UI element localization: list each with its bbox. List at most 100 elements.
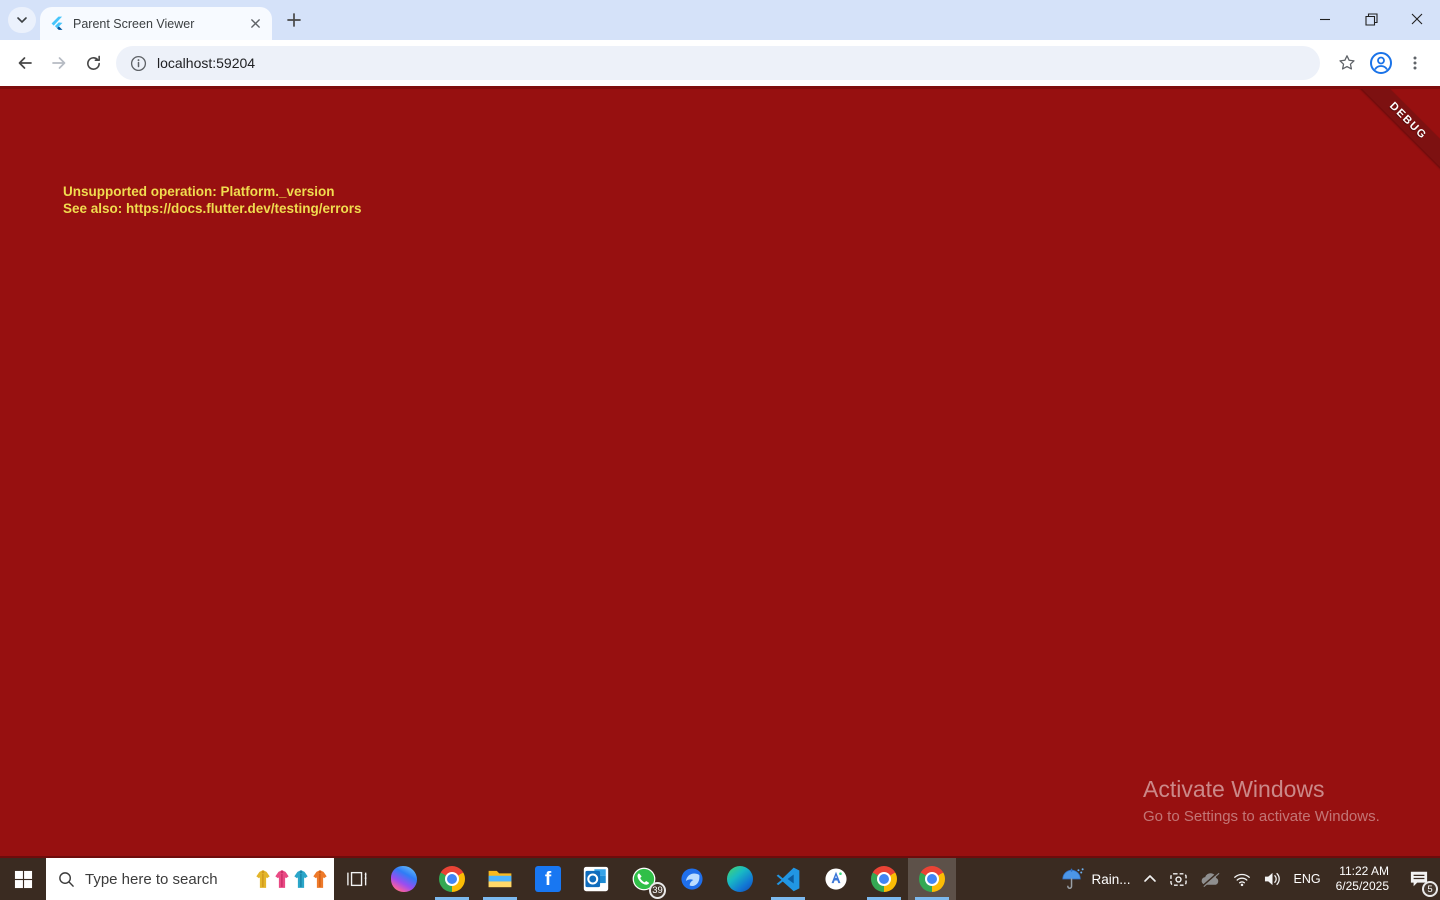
taskbar-app-edge[interactable] [716,858,764,900]
file-explorer-icon [488,870,512,888]
error-line-1: Unsupported operation: Platform._version [63,184,335,199]
search-highlight-icons[interactable] [255,868,328,890]
minimize-button[interactable] [1302,0,1348,38]
window-controls [1302,0,1440,40]
volume-icon [1264,872,1280,886]
activate-windows-subtitle: Go to Settings to activate Windows. [1143,808,1380,825]
android-studio-icon [825,868,847,890]
tab-title: Parent Screen Viewer [73,16,195,31]
forward-arrow-icon [52,57,66,69]
language-label: ENG [1293,872,1321,886]
three-dot-menu-icon [1413,56,1417,70]
clock-time: 11:22 AM [1339,864,1389,878]
facebook-icon: f [535,866,561,892]
whatsapp-badge: 39 [649,882,666,899]
chevron-up-icon [1143,875,1156,882]
profile-avatar-icon [1370,52,1392,74]
url-text[interactable]: localhost:59204 [157,55,255,71]
weather-widget[interactable]: Rain... [1054,858,1136,900]
back-button[interactable] [8,46,42,80]
chrome-icon [439,866,465,892]
plus-icon [287,13,301,27]
taskbar-app-whatsapp[interactable]: 39 [620,858,668,900]
taskbar-app-outlook[interactable] [572,858,620,900]
screen-cast-tray-button[interactable] [1163,858,1194,900]
forward-button[interactable] [42,46,76,80]
clock-date: 6/25/2025 [1335,879,1389,893]
back-arrow-icon [18,57,32,69]
restore-icon [1364,12,1378,26]
action-center-button[interactable]: 5 [1398,858,1440,900]
profile-button[interactable] [1364,46,1398,80]
minimize-icon [1320,18,1330,21]
language-indicator[interactable]: ENG [1288,858,1327,900]
weather-label: Rain... [1091,871,1131,887]
activate-windows-watermark: Activate Windows Go to Settings to activ… [1143,776,1380,825]
onedrive-tray-button[interactable] [1194,858,1227,900]
taskbar: f 39 [0,858,1440,900]
taskbar-app-chrome-1[interactable] [428,858,476,900]
flutter-error-page: Unsupported operation: Platform._version… [0,86,1440,858]
thunderbird-icon [681,868,703,890]
search-input[interactable] [85,870,255,888]
taskbar-search[interactable] [46,858,334,900]
error-line-2: See also: https://docs.flutter.dev/testi… [63,200,362,216]
wifi-icon [1233,873,1250,886]
bookmark-button[interactable] [1330,46,1364,80]
chrome-icon [919,866,945,892]
vscode-icon [776,867,800,892]
new-tab-button[interactable] [280,6,308,34]
close-icon [250,19,260,28]
notification-badge: 5 [1422,881,1438,897]
windows-logo-icon [14,870,32,888]
debug-banner: DEBUG [1351,89,1440,178]
browser-tab-strip: Parent Screen Viewer [0,0,1440,40]
cloud-offline-icon [1201,871,1219,887]
browser-toolbar: localhost:59204 [0,40,1440,86]
chevron-down-icon [17,17,27,24]
taskbar-app-thunderbird[interactable] [668,858,716,900]
reload-button[interactable] [76,46,110,80]
umbrella-rain-icon [1062,868,1085,889]
reload-icon [86,55,100,70]
tab-close-button[interactable] [246,15,264,33]
taskbar-app-android-studio[interactable] [812,858,860,900]
taskbar-app-chrome-active[interactable] [908,858,956,900]
browser-menu-button[interactable] [1398,46,1432,80]
task-view-icon [347,871,367,887]
volume-tray-button[interactable] [1257,858,1288,900]
tray-overflow-button[interactable] [1137,858,1163,900]
edge-icon [727,866,753,892]
robe-orange-icon [313,870,327,888]
desktop-screen: Parent Screen Viewer localhost:59204 Uns… [0,0,1440,900]
error-message: Unsupported operation: Platform._version… [63,184,362,217]
clock[interactable]: 11:22 AM 6/25/2025 [1327,858,1398,900]
task-view-button[interactable] [334,858,380,900]
taskbar-app-facebook[interactable]: f [524,858,572,900]
wifi-tray-button[interactable] [1227,858,1257,900]
browser-tab[interactable]: Parent Screen Viewer [40,7,272,40]
close-window-button[interactable] [1394,0,1440,38]
star-icon [1339,55,1355,70]
robe-teal-icon [294,870,308,888]
search-icon [59,871,74,887]
taskbar-app-vscode[interactable] [764,858,812,900]
debug-banner-wrap: DEBUG [1340,89,1440,189]
copilot-icon [391,866,417,892]
flutter-favicon-icon [51,16,63,30]
close-icon [1411,13,1423,25]
screen-cast-icon [1169,872,1187,886]
site-info-icon[interactable] [130,55,147,72]
tab-search-button[interactable] [8,7,36,33]
robe-yellow-icon [256,870,270,888]
outlook-icon [583,866,609,892]
address-bar[interactable]: localhost:59204 [116,46,1320,80]
taskbar-app-copilot[interactable] [380,858,428,900]
chrome-icon [871,866,897,892]
taskbar-app-chrome-2[interactable] [860,858,908,900]
start-button[interactable] [0,858,46,900]
maximize-button[interactable] [1348,0,1394,38]
taskbar-spacer [956,858,1054,900]
activate-windows-title: Activate Windows [1143,776,1325,802]
taskbar-app-file-explorer[interactable] [476,858,524,900]
